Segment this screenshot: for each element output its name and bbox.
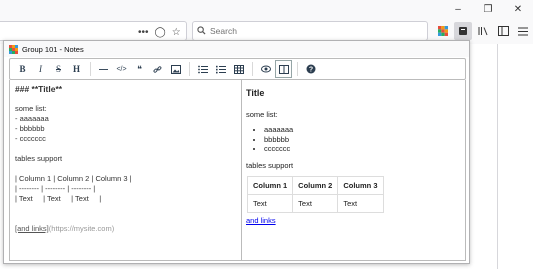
panel-header: Group 101 - Notes bbox=[4, 41, 469, 57]
source-table-line: | Column 1 | Column 2 | Column 3 | bbox=[15, 174, 132, 183]
side-by-side-button[interactable] bbox=[275, 60, 292, 78]
preview-list: aaaaaaa bbbbbb ccccccc bbox=[246, 125, 465, 154]
help-icon: ? bbox=[306, 64, 315, 74]
ordered-list-icon bbox=[215, 65, 226, 73]
link-button[interactable] bbox=[149, 60, 166, 78]
eye-icon bbox=[260, 65, 271, 73]
app-logo-icon bbox=[9, 44, 18, 54]
quote-button[interactable]: ❝ bbox=[131, 60, 148, 78]
markdown-source[interactable]: ### **Title** some list: - aaaaaaa - bbb… bbox=[10, 80, 242, 260]
toolbar-separator bbox=[90, 62, 91, 76]
search-placeholder: Search bbox=[210, 26, 237, 36]
source-link-url: (https://mysite.com) bbox=[48, 224, 115, 233]
editor-area: ### **Title** some list: - aaaaaaa - bbb… bbox=[9, 80, 466, 261]
table-header-cell: Column 3 bbox=[337, 175, 384, 195]
panel-title: Group 101 - Notes bbox=[22, 44, 84, 54]
table-header-cell: Column 1 bbox=[246, 175, 294, 195]
url-bar-actions: ••• ◯ ☆ bbox=[138, 27, 181, 38]
menu-icon[interactable] bbox=[514, 22, 532, 40]
heading-button[interactable]: H bbox=[68, 60, 85, 78]
table-cell: Text bbox=[337, 193, 384, 213]
table-cell: Text bbox=[246, 193, 294, 213]
notes-extension-icon[interactable] bbox=[454, 22, 472, 40]
image-icon bbox=[170, 64, 181, 74]
horizontal-rule-button[interactable]: — bbox=[95, 60, 112, 78]
image-button[interactable] bbox=[167, 60, 184, 78]
url-bar[interactable]: ••• ◯ ☆ bbox=[0, 21, 187, 41]
help-button[interactable]: ? bbox=[302, 60, 319, 78]
link-icon bbox=[153, 65, 162, 73]
table-cell: Text bbox=[292, 193, 339, 213]
table-header-cell: Column 2 bbox=[292, 175, 339, 195]
search-icon bbox=[197, 25, 206, 37]
pocket-icon[interactable]: ◯ bbox=[155, 27, 166, 38]
more-actions-icon[interactable]: ••• bbox=[138, 27, 149, 38]
preview-button[interactable] bbox=[257, 60, 274, 78]
source-line: tables support bbox=[15, 154, 63, 163]
svg-text:?: ? bbox=[308, 67, 312, 74]
toolbar-separator bbox=[252, 62, 253, 76]
bold-button[interactable]: B bbox=[14, 60, 31, 78]
notes-panel: Group 101 - Notes B I S H — </> ❝ ? ### … bbox=[3, 40, 470, 264]
ordered-list-button[interactable] bbox=[212, 60, 229, 78]
search-input[interactable]: Search bbox=[192, 21, 428, 41]
source-line: - bbbbbb bbox=[15, 124, 45, 133]
minimize-icon[interactable]: – bbox=[443, 0, 473, 18]
library-icon[interactable] bbox=[474, 22, 492, 40]
unordered-list-icon bbox=[197, 65, 208, 73]
markdown-preview: Title some list: aaaaaaa bbbbbb ccccccc … bbox=[242, 80, 465, 260]
toolbar-separator bbox=[297, 62, 298, 76]
list-item: ccccccc bbox=[264, 144, 465, 154]
window-controls: – ❐ ✕ bbox=[443, 0, 533, 18]
extension-icon[interactable] bbox=[434, 22, 452, 40]
source-table-line: | Text | Text | Text | bbox=[15, 194, 102, 203]
table-icon bbox=[233, 64, 244, 74]
table-row: Text Text Text bbox=[246, 193, 384, 213]
columns-icon bbox=[278, 64, 289, 74]
source-line: some list: bbox=[15, 104, 47, 113]
source-line: - aaaaaaa bbox=[15, 114, 49, 123]
toolbar-separator bbox=[189, 62, 190, 76]
sidebar-icon[interactable] bbox=[494, 22, 512, 40]
source-table-line: | -------- | -------- | -------- | bbox=[15, 184, 96, 193]
page-divider bbox=[497, 44, 498, 269]
preview-list-label: some list: bbox=[246, 110, 278, 119]
preview-table: Column 1 Column 2 Column 3 Text Text Tex… bbox=[246, 175, 384, 213]
source-line: - ccccccc bbox=[15, 134, 46, 143]
editor-toolbar: B I S H — </> ❝ ? bbox=[9, 58, 466, 80]
toolbar-right bbox=[434, 22, 532, 40]
code-button[interactable]: </> bbox=[113, 60, 130, 78]
list-item: aaaaaaa bbox=[264, 125, 465, 135]
source-heading-line: ### **Title** bbox=[15, 84, 63, 94]
unordered-list-button[interactable] bbox=[194, 60, 211, 78]
preview-tables-label: tables support bbox=[246, 160, 294, 170]
bookmark-star-icon[interactable]: ☆ bbox=[172, 27, 181, 38]
table-header-row: Column 1 Column 2 Column 3 bbox=[246, 175, 384, 195]
restore-icon[interactable]: ❐ bbox=[473, 0, 503, 18]
strikethrough-button[interactable]: S bbox=[50, 60, 67, 78]
italic-button[interactable]: I bbox=[32, 60, 49, 78]
list-item: bbbbbb bbox=[264, 135, 465, 145]
source-link-line: [and links](https://mysite.com) bbox=[15, 224, 241, 234]
source-link-text: [and links] bbox=[15, 224, 49, 233]
preview-title: Title bbox=[246, 88, 265, 98]
table-button[interactable] bbox=[230, 60, 247, 78]
close-icon[interactable]: ✕ bbox=[503, 0, 533, 18]
preview-link[interactable]: and links bbox=[246, 216, 276, 225]
